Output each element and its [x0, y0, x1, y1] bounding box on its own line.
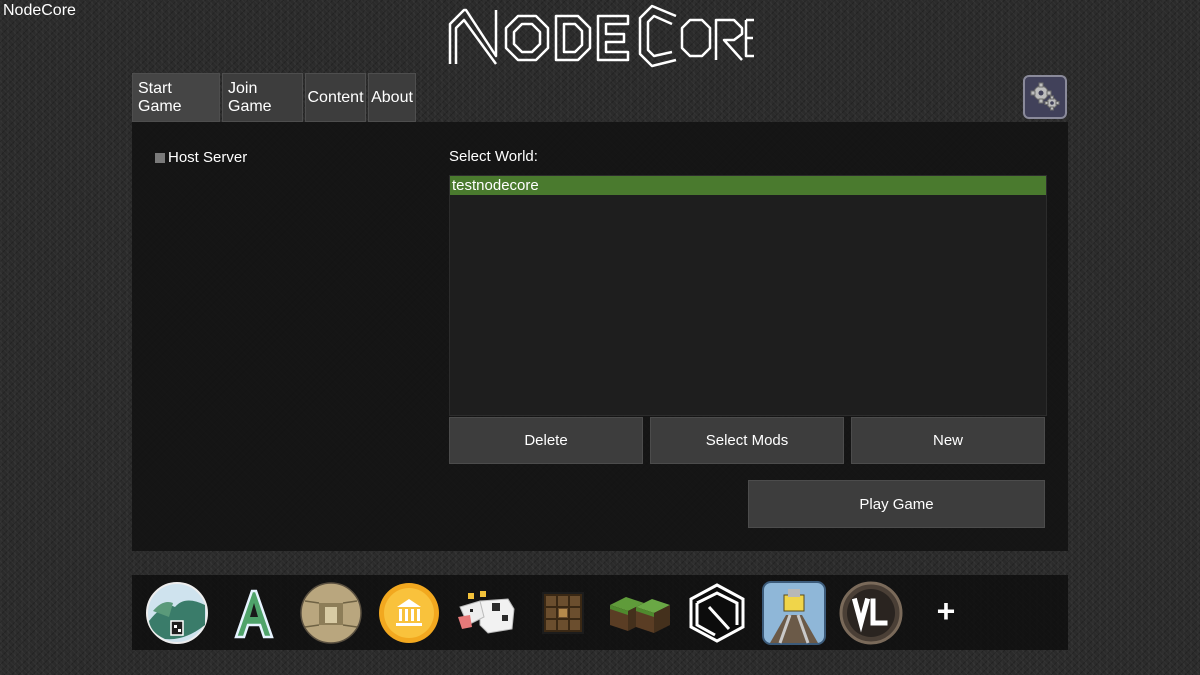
tab-start-game[interactable]: Start Game [132, 73, 220, 122]
gears-icon [1030, 82, 1060, 111]
tab-about[interactable]: About [368, 73, 416, 122]
capitalism-coin-icon [379, 583, 439, 643]
game-backrooms[interactable] [299, 581, 363, 645]
checkbox-box[interactable] [155, 152, 165, 163]
game-nodecore[interactable] [685, 581, 749, 645]
new-world-button[interactable]: New [851, 417, 1045, 464]
game-selector-bar: + [132, 575, 1068, 650]
minetest-game-icon [146, 582, 208, 644]
game-capitalism[interactable] [377, 581, 441, 645]
world-list-item[interactable]: testnodecore [450, 176, 1046, 195]
start-game-panel: Host Server Select World: testnodecore D… [132, 122, 1068, 551]
main-tabs: Start Game Join Game Content About [132, 73, 416, 122]
cow-icon [458, 591, 515, 634]
nodecore-icon [689, 583, 745, 643]
game-minetest-game[interactable] [145, 581, 209, 645]
grass-blocks-icon [610, 597, 670, 633]
host-server-checkbox[interactable]: Host Server [155, 149, 247, 166]
game-voxelibre[interactable] [839, 581, 903, 645]
voxelibre-icon [839, 581, 903, 645]
asuna-icon [234, 589, 274, 639]
select-mods-button[interactable]: Select Mods [650, 417, 844, 464]
game-grass-blocks[interactable] [608, 581, 672, 645]
add-game-button[interactable]: + [930, 595, 962, 627]
crate-icon [542, 592, 584, 634]
backrooms-icon [300, 582, 362, 644]
play-game-button[interactable]: Play Game [748, 480, 1045, 528]
delete-button[interactable]: Delete [449, 417, 643, 464]
game-cow[interactable] [454, 581, 518, 645]
game-asuna[interactable] [222, 581, 286, 645]
tab-content[interactable]: Content [305, 73, 366, 122]
nodecore-logo [448, 4, 754, 68]
select-world-label: Select World: [449, 148, 538, 165]
rail-miner-icon [762, 581, 826, 645]
game-crate[interactable] [531, 581, 595, 645]
world-list[interactable]: testnodecore [449, 175, 1047, 416]
tab-join-game[interactable]: Join Game [222, 73, 303, 122]
window-title: NodeCore [3, 2, 76, 19]
settings-button[interactable] [1023, 75, 1067, 119]
game-rail-miner[interactable] [762, 581, 826, 645]
host-server-label: Host Server [168, 149, 248, 166]
